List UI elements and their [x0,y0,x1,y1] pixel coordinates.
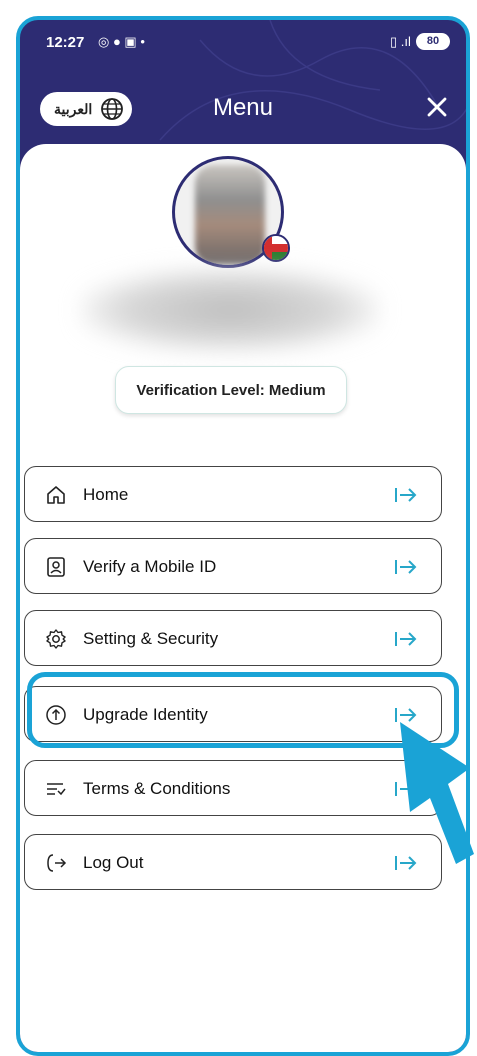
menu-item-label: Log Out [83,853,144,872]
logout-icon [47,854,67,872]
menu-item-log-out[interactable]: Log Out [24,834,442,890]
avatar-photo-blurred [195,165,265,265]
signal-icon: ▯ .ıl [390,34,411,49]
status-bar: 12:27 ◎ ● ▣ • ▯ .ıl 80 [20,20,466,64]
menu-item-verify-mobile-id[interactable]: Verify a Mobile ID [24,538,442,594]
notification-icons: ◎ ● ▣ • [98,34,145,49]
pointer-arrow-icon [400,722,474,864]
close-icon[interactable] [422,92,452,122]
status-time: 12:27 [46,34,85,51]
battery-indicator: 80 [416,33,450,50]
home-icon [47,486,65,504]
menu-item-home[interactable]: Home [24,466,442,522]
verification-label: Verification Level: Medium [136,381,326,399]
user-name-blurred [80,268,380,352]
country-flag-icon [262,234,290,262]
menu-item-label: Setting & Security [83,629,219,648]
verification-badge: Verification Level: Medium [115,366,347,414]
arrow-right-icon [395,560,417,574]
id-badge-icon [47,557,65,577]
page-title: Menu [212,94,274,121]
menu-item-terms-conditions[interactable]: Terms & Conditions [24,760,442,816]
menu-item-setting-security[interactable]: Setting & Security [24,610,442,666]
menu-item-label: Terms & Conditions [83,779,231,798]
arrow-right-icon [395,632,417,646]
menu-item-label: Home [83,485,129,504]
arrow-right-icon [395,488,417,502]
gear-icon [46,629,66,649]
list-check-icon [47,783,66,796]
menu-item-label: Verify a Mobile ID [83,557,217,576]
